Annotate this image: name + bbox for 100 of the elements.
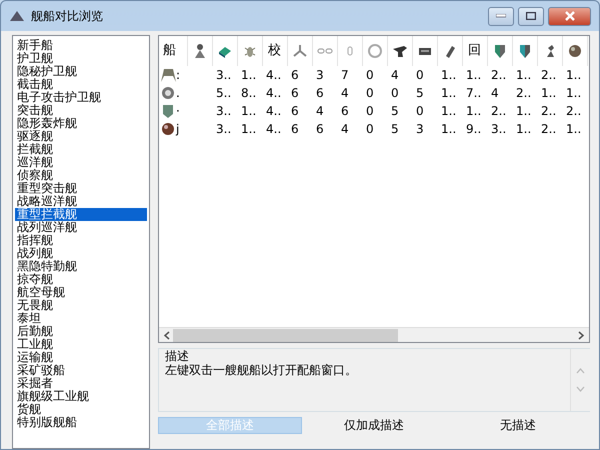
table-cell-text: 7.. — [465, 85, 482, 102]
close-button[interactable] — [548, 6, 591, 26]
table-cell-text: 8.. — [240, 85, 258, 102]
list-item[interactable]: 后勤舰 — [15, 325, 147, 338]
table-cell-text: 2.. — [540, 103, 558, 120]
list-item[interactable]: 截击舰 — [15, 78, 147, 91]
maximize-icon — [526, 12, 536, 20]
table-cell-text: 6 — [290, 103, 300, 120]
table-cell-text: 4.. — [265, 121, 282, 138]
filter-button[interactable]: 仅加成描述 — [302, 417, 446, 434]
sphere-icon[interactable] — [566, 42, 582, 59]
table-cell-text: 6 — [340, 103, 350, 120]
list-item[interactable]: 掠夺舰 — [15, 273, 147, 286]
table-cell: 6 — [287, 66, 312, 84]
list-item[interactable]: 重型拦截舰 — [15, 208, 147, 221]
ship-name[interactable]: : — [176, 68, 180, 82]
maximize-button[interactable] — [518, 6, 544, 26]
list-item[interactable]: 战列巡洋舰 — [15, 221, 147, 234]
list-item[interactable]: 旗舰级工业舰 — [15, 390, 147, 403]
table-cell-text: 1.. — [565, 85, 582, 102]
table-cell-text: 2.. — [565, 103, 582, 120]
table-cell-text: 4 — [490, 85, 500, 102]
table-cell-text: 1.. — [515, 103, 532, 120]
list-item[interactable]: 新手船 — [15, 39, 147, 52]
scrollbar-thumb[interactable] — [173, 328, 398, 342]
table-cell-text: 2.. — [490, 103, 508, 120]
list-item[interactable]: 无畏舰 — [15, 299, 147, 312]
table-cell-text: 1.. — [240, 121, 258, 138]
table-cell: 0 — [412, 66, 437, 84]
column-header[interactable]: 校 — [262, 36, 287, 66]
list-item[interactable]: 隐形轰炸舰 — [15, 117, 147, 130]
table-cell: 2.. — [537, 66, 562, 84]
column-header[interactable]: 回 — [462, 36, 487, 66]
window-title: 舰船对比浏览 — [31, 8, 103, 25]
table-cell-text: 2.. — [540, 121, 558, 138]
filter-button[interactable]: 无描述 — [446, 417, 590, 434]
list-item[interactable]: 泰坦 — [15, 312, 147, 325]
table-cell-text: 1.. — [515, 121, 532, 138]
table-cell-text: 5.. — [215, 85, 232, 102]
table-cell-text: 1.. — [465, 103, 482, 120]
horizontal-scrollbar[interactable] — [159, 327, 589, 342]
table-cell-text: 2.. — [515, 85, 532, 102]
column-header[interactable]: 船 — [159, 36, 187, 66]
table-cell-text: 1.. — [565, 121, 582, 138]
table-cell: 1.. — [437, 66, 462, 84]
list-item[interactable]: 电子攻击护卫舰 — [15, 91, 147, 104]
table-cell: 2.. — [487, 66, 512, 84]
table-cell-text: 0 — [365, 103, 375, 120]
table-cell: 1.. — [512, 66, 537, 84]
table-cell-text: 4.. — [265, 85, 282, 102]
propeller-icon[interactable] — [292, 42, 308, 59]
list-item[interactable]: 特别版舰船 — [15, 416, 147, 429]
table-cell: 7 — [337, 66, 362, 84]
table-cell-text: 3.. — [215, 121, 232, 138]
list-item[interactable]: 驱逐舰 — [15, 130, 147, 143]
list-item[interactable]: 采掘者 — [15, 377, 147, 390]
list-item[interactable]: 工业舰 — [15, 338, 147, 351]
list-item[interactable]: 黑隐特勤舰 — [15, 260, 147, 273]
table-cell-text: 1.. — [240, 103, 258, 120]
table-cell-text: 5 — [415, 85, 425, 102]
table-cell-text: 1.. — [440, 85, 458, 102]
table-cell: 1.. — [462, 66, 487, 84]
list-item[interactable]: 战略巡洋舰 — [15, 195, 147, 208]
list-item[interactable]: 隐秘护卫舰 — [15, 65, 147, 78]
list-item[interactable]: 运输舰 — [15, 351, 147, 364]
list-item[interactable]: 战列舰 — [15, 247, 147, 260]
table-cell: 4 — [387, 66, 412, 84]
list-item[interactable]: 护卫舰 — [15, 52, 147, 65]
minimize-button[interactable] — [488, 6, 514, 26]
list-item[interactable]: 重型突击舰 — [15, 182, 147, 195]
table-cell-text: 4 — [315, 103, 325, 120]
list-item[interactable]: 巡洋舰 — [15, 156, 147, 169]
list-item[interactable]: 突击舰 — [15, 104, 147, 117]
table-cell-text: 5 — [390, 121, 400, 138]
table-cell-text: 6 — [290, 85, 300, 102]
list-item[interactable]: 货舰 — [15, 403, 147, 416]
ship-name[interactable]: · — [176, 104, 180, 118]
list-item[interactable]: 侦察舰 — [15, 169, 147, 182]
list-item[interactable]: 采矿驳船 — [15, 364, 147, 377]
scroll-left-icon[interactable] — [163, 330, 171, 340]
table-cell-text: 6 — [290, 121, 300, 138]
table-cell-text: 0 — [415, 103, 425, 120]
list-item[interactable]: 拦截舰 — [15, 143, 147, 156]
list-item[interactable]: 航空母舰 — [15, 286, 147, 299]
table-cell: 1.. — [562, 66, 587, 84]
table-cell-text: 0 — [365, 121, 375, 138]
ship-name[interactable]: . — [176, 86, 180, 100]
table-cell: 0 — [362, 66, 387, 84]
description-heading: 描述 — [165, 349, 190, 363]
description-text: 左键双击一艘舰船以打开配船窗口。 — [165, 363, 358, 377]
scroll-right-icon[interactable] — [577, 330, 585, 340]
table-cell-text: 4 — [340, 121, 350, 138]
table-cell-text: 1.. — [440, 103, 458, 120]
table-cell-text: 0 — [390, 85, 400, 102]
table-cell-text: 3.. — [490, 121, 508, 138]
list-item[interactable]: 指挥舰 — [15, 234, 147, 247]
ship-name[interactable]: j — [176, 122, 180, 136]
table-cell-text: 6 — [315, 85, 325, 102]
table-cell: 3 — [312, 66, 337, 84]
table-cell-text: 0 — [365, 85, 375, 102]
